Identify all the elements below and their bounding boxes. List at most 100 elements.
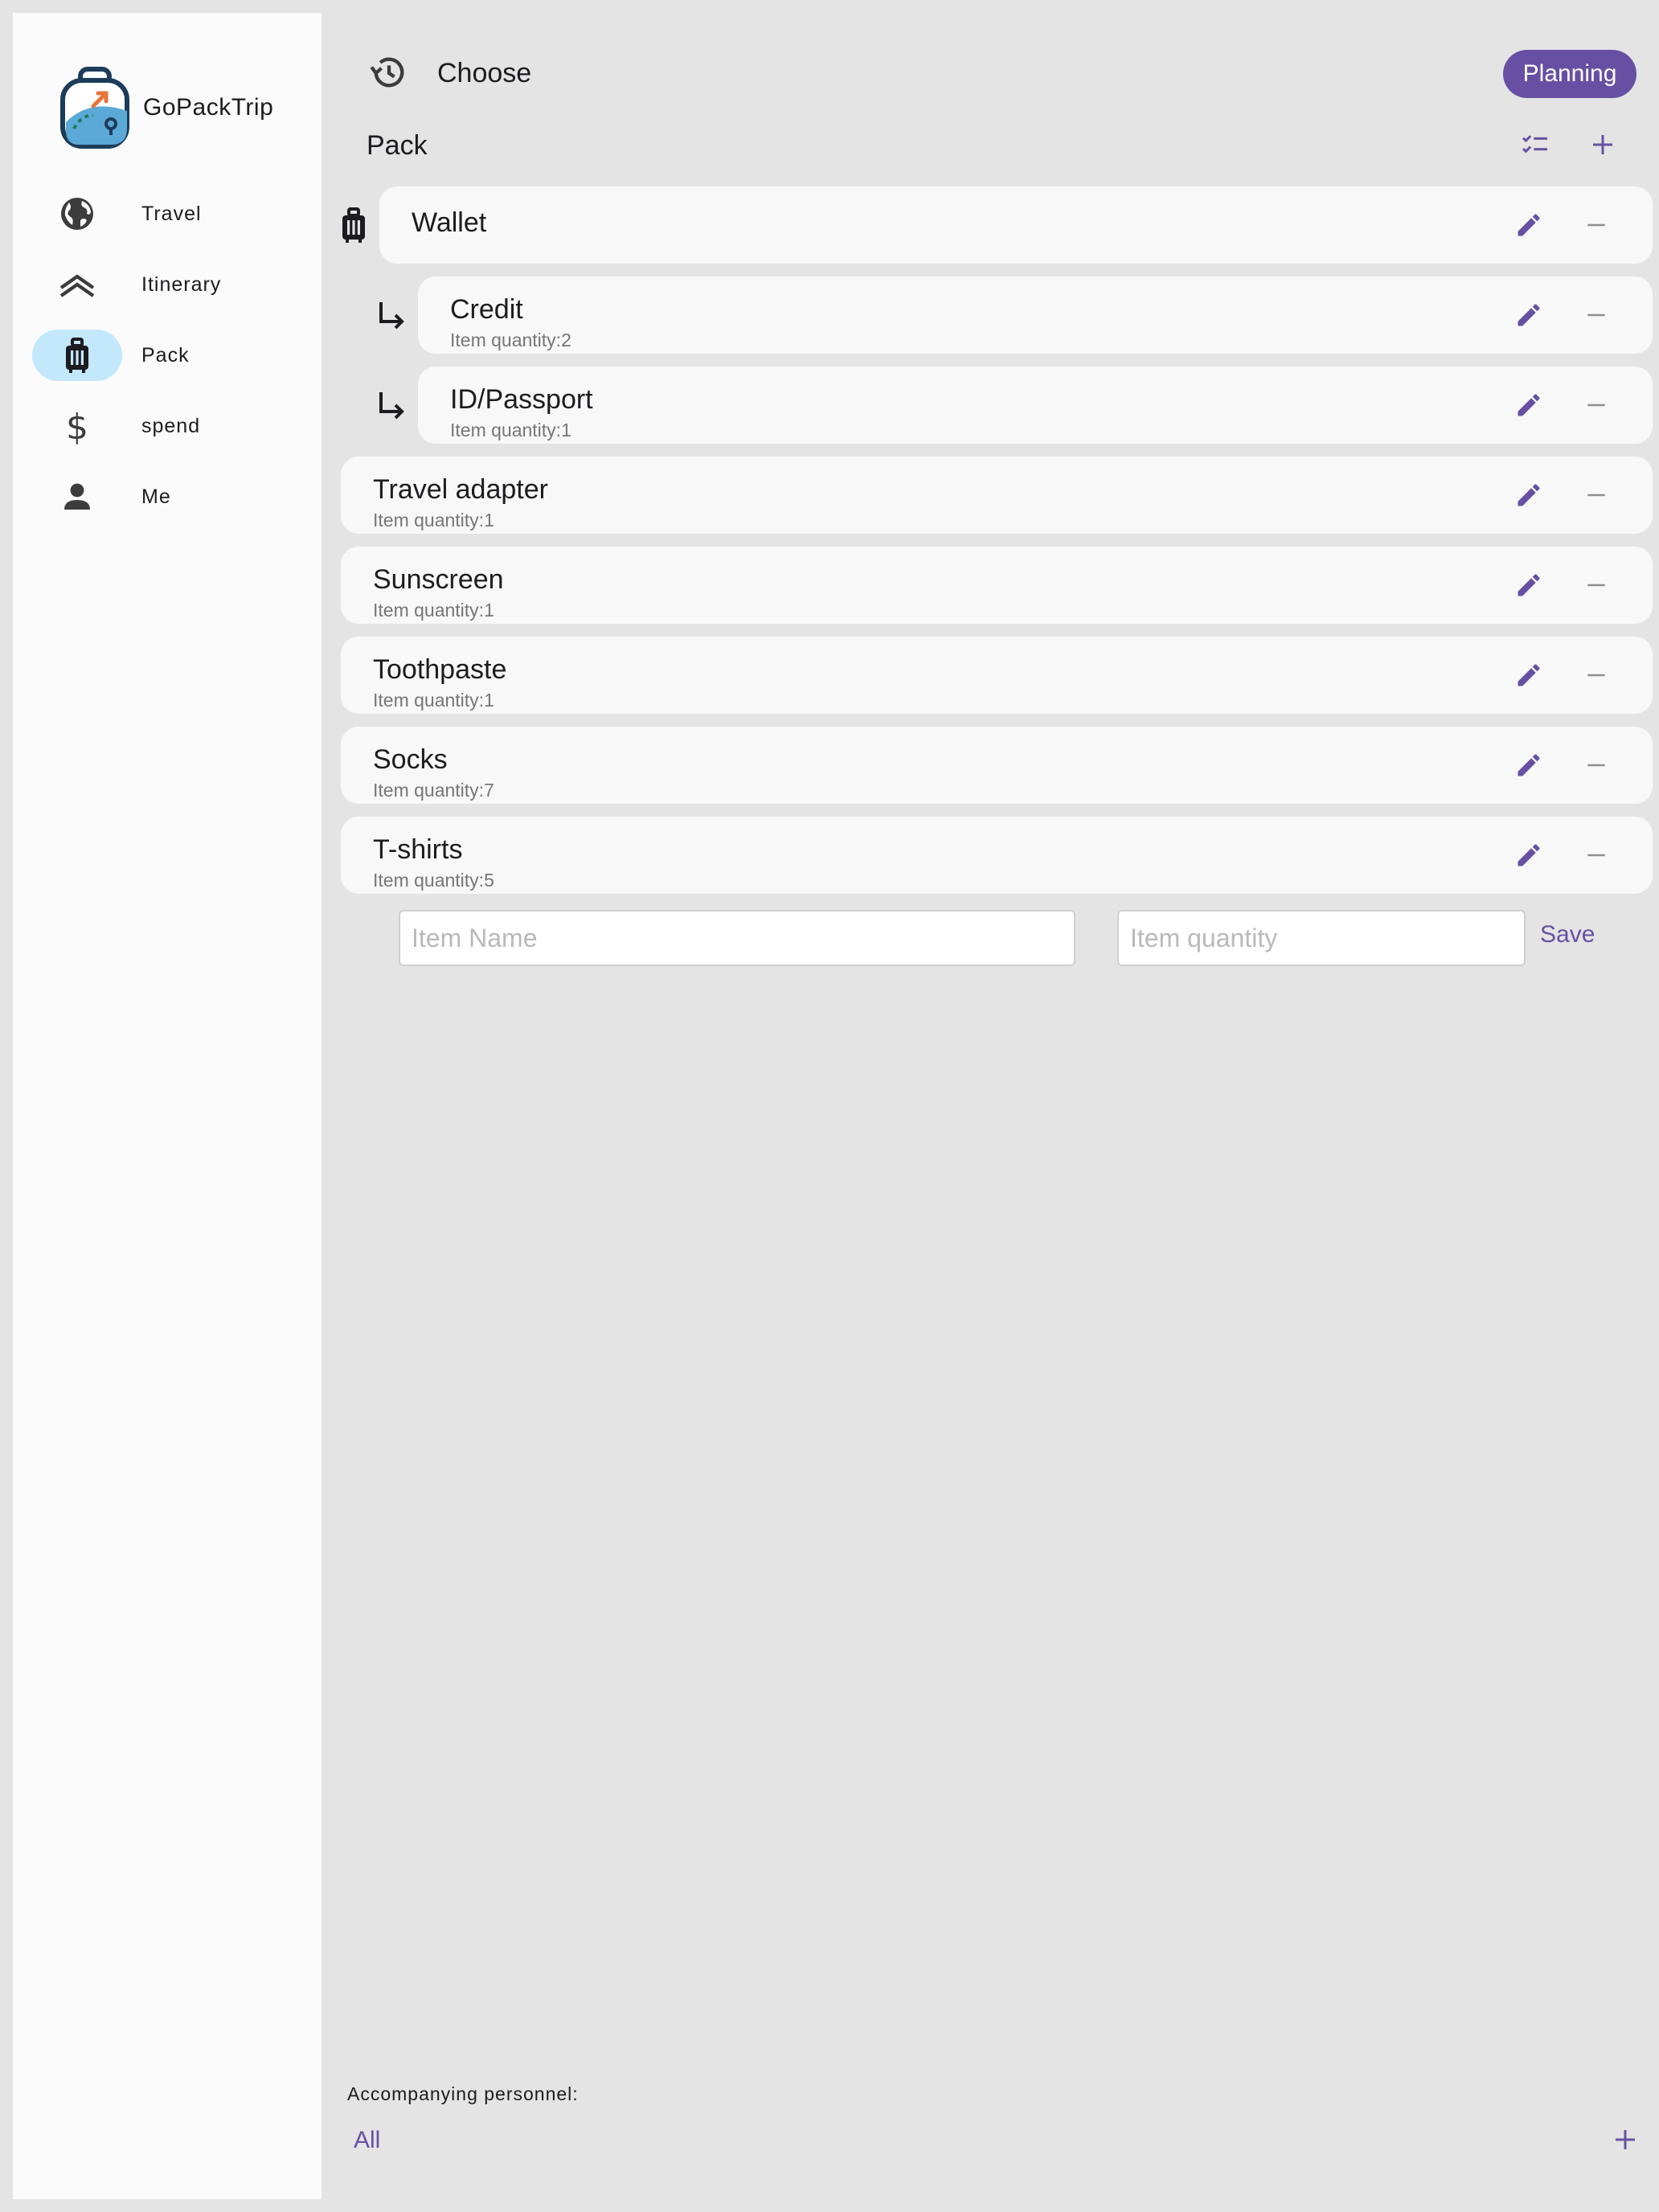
edit-button[interactable] (1506, 203, 1551, 248)
item-name: Credit (450, 294, 523, 325)
nav-label: Me (141, 485, 171, 508)
app-name: GoPackTrip (143, 94, 274, 121)
item-row[interactable]: Socks Item quantity:7 (341, 727, 1653, 804)
nav-list: Travel Itinerary Pack $ spend Me (32, 170, 305, 524)
subdirectory-arrow-icon (379, 302, 404, 330)
minus-icon (1587, 313, 1605, 317)
app-root: GoPackTrip Travel Itinerary Pack $ spend… (0, 0, 1659, 2212)
nav-item-itinerary[interactable]: Itinerary (32, 241, 305, 312)
nav-pill (32, 259, 122, 310)
dollar-icon: $ (66, 407, 88, 445)
item-name: Sunscreen (373, 564, 504, 595)
backpack-logo-icon (60, 67, 129, 149)
item-name: Socks (373, 744, 448, 775)
edit-button[interactable] (1506, 743, 1551, 788)
item-quantity: Item quantity:1 (373, 510, 494, 530)
personnel-label: Accompanying personnel: (347, 2083, 579, 2104)
item-quantity: Item quantity:1 (373, 600, 494, 621)
save-button[interactable]: Save (1540, 921, 1595, 948)
edit-button[interactable] (1506, 473, 1551, 518)
remove-button[interactable] (1574, 203, 1619, 248)
minus-icon (1587, 584, 1605, 587)
pencil-icon (1518, 394, 1540, 416)
nav-label: Travel (141, 203, 202, 225)
sidebar: GoPackTrip Travel Itinerary Pack $ spend… (13, 13, 322, 2199)
item-name-input[interactable] (399, 910, 1075, 966)
nav-label: spend (141, 415, 201, 437)
edit-button[interactable] (1506, 293, 1551, 338)
luggage-icon (342, 207, 365, 243)
globe-icon (61, 198, 93, 230)
item-row[interactable]: Travel adapter Item quantity:1 (341, 457, 1653, 534)
nav-pill (32, 471, 122, 522)
item-quantity-input[interactable] (1117, 910, 1526, 966)
minus-icon (1587, 403, 1605, 407)
person-icon (64, 483, 90, 510)
pencil-icon (1518, 304, 1540, 326)
section-title: Pack (367, 130, 428, 161)
minus-icon (1587, 674, 1605, 677)
minus-icon (1587, 854, 1605, 857)
pencil-icon (1518, 754, 1540, 776)
pencil-icon (1518, 484, 1540, 506)
remove-button[interactable] (1574, 833, 1619, 878)
remove-button[interactable] (1574, 473, 1619, 518)
item-quantity: Item quantity:1 (373, 690, 494, 711)
nav-label: Itinerary (141, 273, 222, 296)
pencil-icon (1518, 844, 1540, 866)
remove-button[interactable] (1574, 563, 1619, 608)
item-name: T-shirts (373, 834, 463, 865)
item-quantity: Item quantity:2 (450, 330, 571, 350)
add-item-button[interactable] (1580, 122, 1625, 167)
nav-label: Pack (141, 344, 190, 367)
checklist-button[interactable] (1513, 122, 1558, 167)
item-name: ID/Passport (450, 384, 593, 415)
edit-button[interactable] (1506, 563, 1551, 608)
item-name: Wallet (412, 207, 487, 238)
itinerary-icon (59, 274, 95, 297)
item-row[interactable]: Toothpaste Item quantity:1 (341, 637, 1653, 714)
item-name: Toothpaste (373, 654, 507, 685)
luggage-icon (66, 338, 88, 373)
minus-icon (1587, 764, 1605, 767)
history-icon[interactable] (368, 51, 410, 93)
remove-button[interactable] (1574, 293, 1619, 338)
edit-button[interactable] (1506, 833, 1551, 878)
page-title: Choose (437, 58, 532, 88)
subdirectory-arrow-icon (379, 392, 404, 420)
personnel-filter-all[interactable]: All (354, 2127, 380, 2154)
sub-item-row[interactable]: ID/Passport Item quantity:1 (418, 367, 1653, 444)
plus-icon (1593, 135, 1612, 154)
pencil-icon (1518, 574, 1540, 596)
minus-icon (1587, 223, 1605, 227)
add-personnel-button[interactable] (1603, 2117, 1648, 2162)
item-quantity: Item quantity:7 (373, 780, 494, 801)
pencil-icon (1518, 214, 1540, 236)
item-row[interactable]: Sunscreen Item quantity:1 (341, 547, 1653, 624)
item-quantity: Item quantity:1 (450, 420, 571, 440)
edit-button[interactable] (1506, 653, 1551, 698)
status-chip-planning[interactable]: Planning (1503, 50, 1636, 98)
item-row[interactable]: T-shirts Item quantity:5 (341, 817, 1653, 894)
minus-icon (1587, 494, 1605, 497)
nav-pill-active (32, 330, 122, 381)
nav-pill: $ (32, 400, 122, 452)
nav-item-travel[interactable]: Travel (32, 170, 305, 241)
item-quantity: Item quantity:5 (373, 870, 494, 891)
remove-button[interactable] (1574, 653, 1619, 698)
nav-item-spend[interactable]: $ spend (32, 383, 305, 453)
pencil-icon (1518, 664, 1540, 686)
nav-pill (32, 188, 122, 240)
group-row-wallet[interactable]: Wallet (379, 186, 1653, 264)
svg-text:$: $ (66, 407, 88, 445)
sub-item-row[interactable]: Credit Item quantity:2 (418, 276, 1653, 354)
remove-button[interactable] (1574, 383, 1619, 428)
nav-item-pack[interactable]: Pack (32, 312, 305, 383)
nav-item-me[interactable]: Me (32, 453, 305, 524)
edit-button[interactable] (1506, 383, 1551, 428)
plus-icon (1616, 2130, 1635, 2149)
app-logo: GoPackTrip (58, 66, 273, 150)
remove-button[interactable] (1574, 743, 1619, 788)
checklist-icon (1522, 135, 1547, 154)
item-name: Travel adapter (373, 474, 548, 505)
